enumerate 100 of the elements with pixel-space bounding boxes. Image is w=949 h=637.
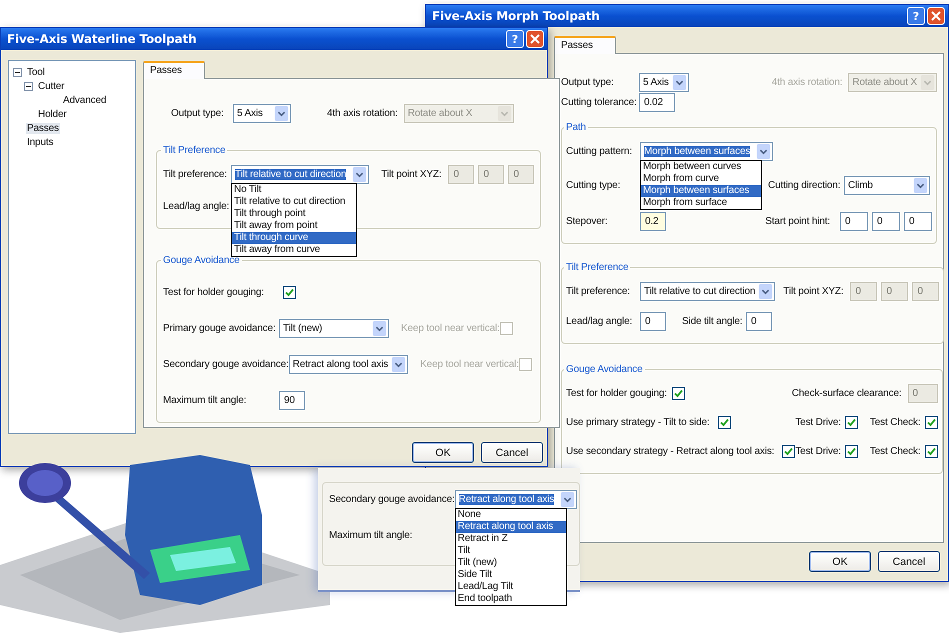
dropdown[interactable]: Tilt relative to cut direction — [640, 282, 776, 300]
checkbox-label: Test Drive: — [795, 446, 841, 456]
field-label: Lead/lag angle: — [566, 316, 634, 326]
cancel-button[interactable]: Cancel — [878, 551, 940, 572]
field-label: Output type: — [561, 76, 615, 88]
checkbox-label: Test for holder gouging: — [566, 388, 668, 398]
dropdown[interactable]: Climb — [844, 176, 930, 194]
field-label: 4th axis rotation: — [772, 76, 842, 88]
dropdown-option[interactable]: Retract in Z — [456, 532, 566, 544]
field-label: Tilt preference: — [566, 286, 631, 296]
dropdown-option[interactable]: Tilt — [456, 544, 566, 556]
dropdown-option[interactable]: Retract along tool axis — [456, 520, 566, 532]
checkbox[interactable] — [718, 416, 731, 428]
dropdown-option[interactable]: Tilt through point — [232, 208, 356, 220]
dropdown[interactable]: Retract along tool axis — [454, 490, 578, 508]
input-field[interactable]: 0 — [872, 212, 900, 230]
dropdown-option[interactable]: Lead/Lag Tilt — [456, 580, 566, 592]
field-label: Side tilt angle: — [682, 316, 744, 326]
field-label: Tilt point XYZ: — [381, 168, 442, 180]
field-label: Cutting direction: — [768, 180, 842, 190]
checkbox-label: Test Check: — [870, 446, 920, 456]
field-label: Tilt point XYZ: — [783, 286, 844, 296]
tree-item[interactable]: Passes — [26, 122, 60, 134]
field-label: Maximum tilt angle: — [329, 530, 412, 540]
checkbox-label: Use primary strategy - Tilt to side: — [566, 416, 710, 428]
tab[interactable]: Passes — [554, 36, 616, 54]
field-label: Secondary gouge avoidance: — [329, 494, 455, 504]
collapse-icon[interactable] — [24, 82, 33, 90]
dropdown-option[interactable]: End toolpath — [456, 592, 566, 604]
field-label: Tilt preference: — [163, 168, 228, 180]
input-field[interactable]: 0 — [840, 212, 868, 230]
checkbox[interactable] — [283, 286, 296, 298]
field-label: Secondary gouge avoidance: — [163, 358, 289, 370]
window-title: Five-Axis Morph Toolpath — [432, 9, 601, 23]
dropdown[interactable]: 5 Axis — [233, 104, 291, 122]
checkbox[interactable] — [672, 386, 685, 400]
input-field[interactable]: 0 — [904, 212, 932, 230]
dropdown-option[interactable]: Tilt through curve — [232, 232, 356, 244]
dropdown-option[interactable]: Tilt (new) — [456, 556, 566, 568]
dropdown-option[interactable]: Tilt away from point — [232, 220, 356, 232]
dropdown[interactable]: Retract along tool axis — [288, 354, 408, 374]
field-label: Start point hint: — [765, 216, 830, 226]
group-title: Tilt Preference — [565, 262, 630, 273]
ok-button[interactable]: OK — [412, 442, 474, 463]
close-icon[interactable] — [526, 30, 544, 48]
input-field[interactable]: 0 — [640, 312, 666, 330]
ok-button[interactable]: OK — [809, 551, 871, 572]
tab[interactable]: Passes — [143, 61, 205, 79]
dropdown-option[interactable]: Morph from surface — [641, 196, 761, 208]
field-label: Stepover: — [566, 216, 608, 226]
dropdown-option[interactable]: Morph between surfaces — [641, 184, 761, 196]
input-field[interactable]: 0 — [746, 312, 772, 330]
field-label: Cutting type: — [566, 180, 622, 190]
close-icon[interactable] — [927, 7, 945, 25]
dropdown[interactable]: Tilt relative to cut direction — [231, 164, 370, 184]
tree-item[interactable]: Advanced — [62, 94, 108, 106]
collapse-icon[interactable] — [13, 68, 22, 76]
field-label: Output type: — [171, 108, 225, 118]
dropdown-option[interactable]: Side Tilt — [456, 568, 566, 580]
group-title: Gouge Avoidance — [565, 364, 644, 375]
help-button[interactable]: ? — [506, 30, 524, 48]
input-field[interactable]: 0.02 — [639, 92, 675, 112]
checkbox-label: Keep tool near vertical: — [420, 358, 519, 370]
field-label: Lead/lag angle: — [163, 200, 230, 212]
dropdown-option[interactable]: No Tilt — [232, 184, 356, 196]
tree-item[interactable]: Tool — [26, 66, 46, 78]
field-label: Primary gouge avoidance: — [163, 322, 277, 334]
checkbox[interactable] — [924, 416, 938, 428]
input-field[interactable]: 90 — [279, 390, 305, 410]
field-label: Check-surface clearance: — [792, 388, 902, 398]
checkbox[interactable] — [844, 416, 858, 428]
input-field[interactable]: 0.2 — [640, 212, 666, 230]
group-title: Path — [565, 122, 587, 133]
dropdown-option[interactable]: Tilt relative to cut direction — [232, 196, 356, 208]
checkbox-label: Keep tool near vertical: — [401, 322, 500, 334]
field-label: 4th axis rotation: — [327, 108, 398, 118]
checkbox-label: Test Drive: — [795, 416, 841, 428]
dropdown-option[interactable]: Morph between curves — [641, 160, 761, 172]
tree-item[interactable]: Cutter — [37, 80, 66, 92]
dropdown-option[interactable]: Tilt away from curve — [232, 244, 356, 256]
window-title: Five-Axis Waterline Toolpath — [7, 32, 198, 46]
dropdown[interactable]: Tilt (new) — [279, 318, 389, 338]
field-label: Cutting tolerance: — [561, 96, 638, 108]
group-title: Tilt Preference — [162, 145, 226, 156]
group-title: Gouge Avoidance — [162, 255, 241, 266]
dropdown-option[interactable]: None — [456, 508, 566, 520]
checkbox-label: Test Check: — [870, 416, 920, 428]
field-label: Maximum tilt angle: — [163, 394, 248, 406]
tree-item[interactable]: Holder — [37, 108, 68, 120]
dropdown-option[interactable]: Morph from curve — [641, 172, 761, 184]
checkbox-label: Test for holder gouging: — [163, 286, 265, 298]
field-label: Cutting pattern: — [566, 146, 633, 156]
tree-item[interactable]: Inputs — [26, 136, 54, 148]
checkbox[interactable] — [924, 444, 938, 458]
cancel-button[interactable]: Cancel — [481, 442, 543, 463]
dropdown[interactable]: Morph between surfaces — [640, 142, 774, 160]
checkbox[interactable] — [782, 444, 796, 458]
dropdown[interactable]: 5 Axis — [639, 72, 689, 92]
checkbox[interactable] — [844, 444, 858, 458]
help-button[interactable]: ? — [907, 7, 925, 25]
